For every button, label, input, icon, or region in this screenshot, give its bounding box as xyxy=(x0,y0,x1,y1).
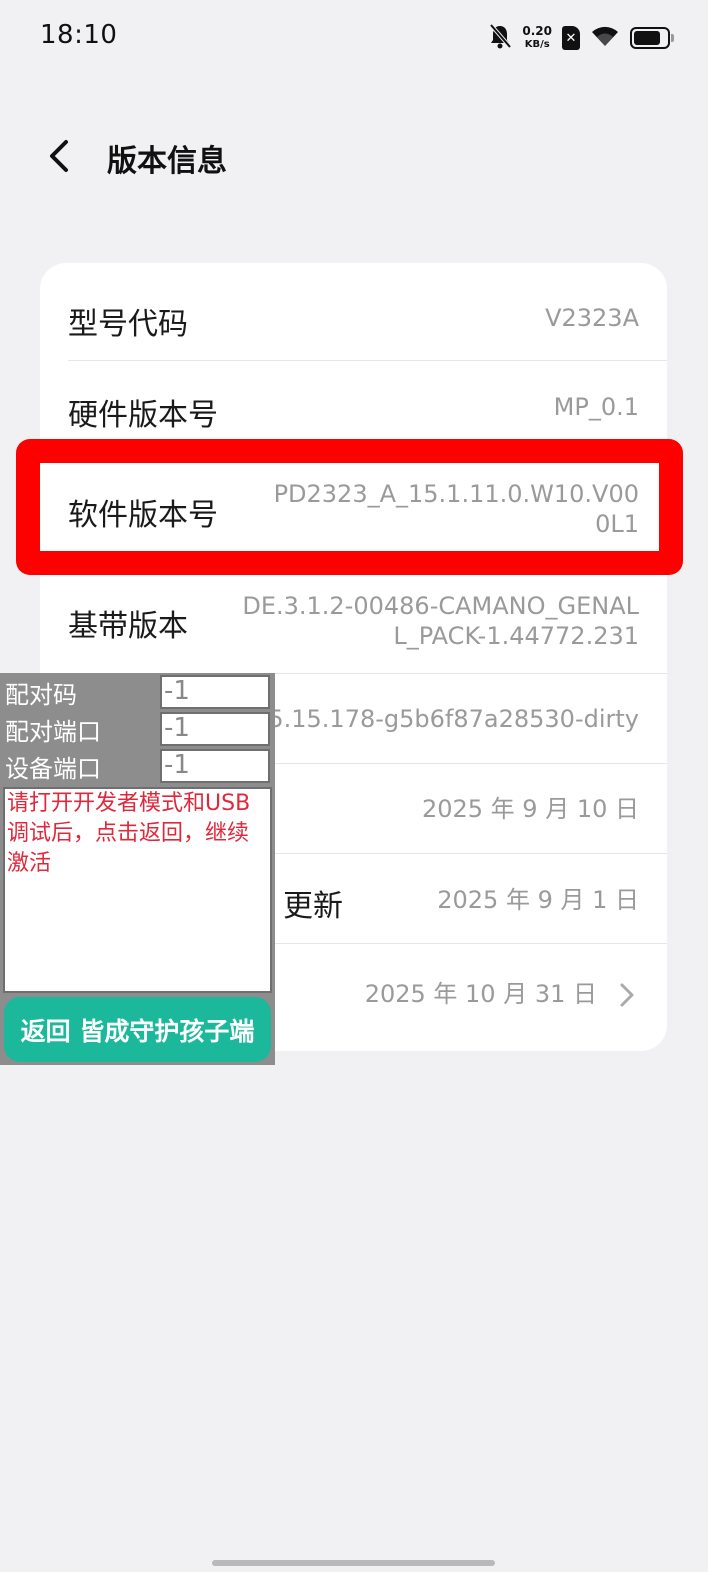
date2-value: 2025 年 9 月 1 日 xyxy=(437,886,639,914)
hardware-value: MP_0.1 xyxy=(553,393,639,421)
model-label: 型号代码 xyxy=(68,307,188,342)
back-button[interactable] xyxy=(38,132,86,180)
pair-port-input[interactable]: -1 xyxy=(160,712,270,746)
page-title: 版本信息 xyxy=(107,144,227,179)
battery-icon xyxy=(630,27,674,49)
software-value: PD2323_A_15.1.11.0.W10.V000L1 xyxy=(273,480,639,538)
model-row: 型号代码 V2323A xyxy=(68,263,639,360)
page-header: 版本信息 xyxy=(0,110,708,202)
kernel-value: 5.15.178-g5b6f87a28530-dirty xyxy=(268,705,639,733)
baseband-row: 基带版本 DE.3.1.2-00486-CAMANO_GENALL_PACK-1… xyxy=(68,575,639,675)
device-port-label: 设备端口 xyxy=(5,755,101,783)
pair-code-label: 配对码 xyxy=(5,681,77,709)
status-time: 18:10 xyxy=(40,20,118,50)
model-value: V2323A xyxy=(545,304,639,332)
chevron-left-icon xyxy=(50,140,68,172)
pair-port-row: 配对端口 -1 xyxy=(0,710,275,748)
device-port-input[interactable]: -1 xyxy=(160,749,270,783)
status-icons: 0.20 KB/s ✕ xyxy=(488,22,674,54)
pair-code-input[interactable]: -1 xyxy=(160,675,270,709)
status-bar: 18:10 0.20 KB/s ✕ xyxy=(0,0,708,76)
hardware-row: 硬件版本号 MP_0.1 xyxy=(68,360,639,450)
pair-code-row: 配对码 -1 xyxy=(0,673,275,711)
hardware-label: 硬件版本号 xyxy=(68,398,218,433)
activation-message: 请打开开发者模式和USB调试后，点击返回，继续激活 xyxy=(3,787,272,993)
speed-value: 0.20 xyxy=(522,24,552,38)
speed-unit: KB/s xyxy=(524,39,550,50)
sim-icon: ✕ xyxy=(562,26,580,50)
bell-muted-icon xyxy=(488,23,512,53)
software-label: 软件版本号 xyxy=(68,498,218,533)
date1-value: 2025 年 9 月 10 日 xyxy=(421,795,639,823)
device-port-row: 设备端口 -1 xyxy=(0,747,275,785)
baseband-value: DE.3.1.2-00486-CAMANO_GENALL_PACK-1.4477… xyxy=(242,592,639,650)
wifi-icon xyxy=(590,24,620,52)
chevron-right-icon xyxy=(620,983,634,1007)
date3-value: 2025 年 10 月 31 日 xyxy=(364,980,597,1008)
update-label: 更新 xyxy=(283,889,343,924)
network-speed: 0.20 KB/s xyxy=(522,25,552,51)
home-indicator[interactable] xyxy=(212,1560,495,1566)
pair-port-label: 配对端口 xyxy=(5,718,101,746)
baseband-label: 基带版本 xyxy=(68,609,188,644)
return-button[interactable]: 返回 皆成守护孩子端 xyxy=(4,997,271,1062)
